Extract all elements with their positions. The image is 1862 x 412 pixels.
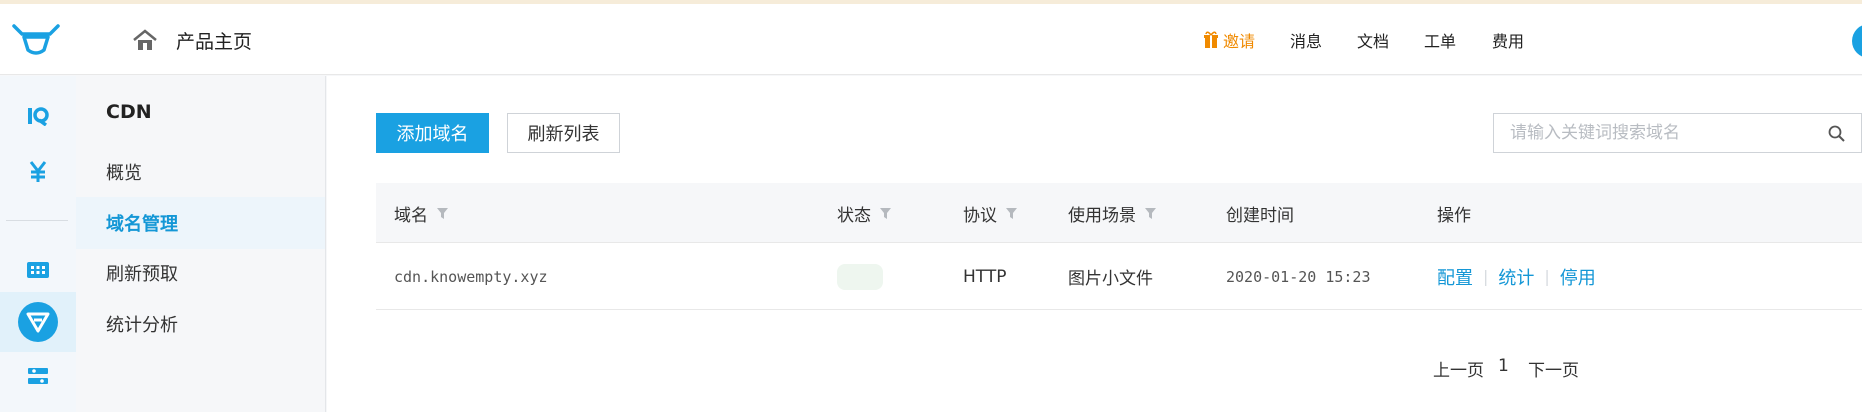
yen-icon xyxy=(29,161,47,182)
column-actions: 操作 xyxy=(1437,205,1471,226)
config-link[interactable]: 配置 xyxy=(1437,264,1473,290)
next-page-button[interactable]: 下一页 xyxy=(1528,356,1579,381)
action-divider: | xyxy=(1544,267,1550,286)
sliders-icon xyxy=(28,368,48,384)
created-cell: 2020-01-20 15:23 xyxy=(1226,267,1371,286)
sidebar-item-refresh-prefetch[interactable]: 刷新预取 xyxy=(76,247,325,299)
column-scenario: 使用场景 xyxy=(1068,183,1156,243)
domain-cell[interactable]: cdn.knowempty.xyz xyxy=(394,243,548,310)
table-row: cdn.knowempty.xyz HTTP 图片小文件 2020-01-20 … xyxy=(376,243,1862,310)
column-protocol-label: 协议 xyxy=(963,205,997,226)
filter-icon[interactable] xyxy=(1145,207,1156,219)
product-rail xyxy=(0,76,76,412)
column-protocol: 协议 xyxy=(963,183,1017,243)
domain-search xyxy=(1493,113,1862,153)
invite-link[interactable]: 邀请 xyxy=(1204,28,1255,52)
search-input[interactable] xyxy=(1494,114,1814,152)
grid-icon xyxy=(27,262,49,278)
prev-page-button[interactable]: 上一页 xyxy=(1433,356,1484,381)
column-scenario-label: 使用场景 xyxy=(1068,205,1136,226)
invite-label: 邀请 xyxy=(1223,32,1256,51)
table-header: 域名 状态 协议 使用场景 创建时间 操作 xyxy=(376,183,1862,243)
column-created: 创建时间 xyxy=(1226,205,1294,226)
nav-messages[interactable]: 消息 xyxy=(1290,28,1322,52)
status-badge xyxy=(837,263,883,290)
column-domain: 域名 xyxy=(394,183,448,243)
action-divider: | xyxy=(1483,267,1489,286)
home-icon xyxy=(133,29,157,50)
rail-item-settings[interactable] xyxy=(0,346,76,406)
status-cell xyxy=(837,243,883,310)
product-sidebar: CDN 概览 域名管理 刷新预取 统计分析 xyxy=(76,76,326,412)
actions-cell: 配置 | 统计 | 停用 xyxy=(1437,243,1596,310)
add-domain-button[interactable]: 添加域名 xyxy=(376,113,489,153)
nav-tickets[interactable]: 工单 xyxy=(1424,28,1456,52)
main-content: 添加域名 刷新列表 域名 状态 协议 使用场景 创建时间 操作 cdn.know… xyxy=(327,76,1862,412)
product-home-link[interactable]: 产品主页 xyxy=(132,27,252,53)
column-status: 状态 xyxy=(837,183,891,243)
nav-billing[interactable]: 费用 xyxy=(1492,28,1524,52)
search-icon[interactable] xyxy=(1828,125,1845,142)
rail-divider xyxy=(6,220,68,221)
page-1-button[interactable]: 1 xyxy=(1498,356,1509,376)
refresh-list-button[interactable]: 刷新列表 xyxy=(507,113,620,153)
scenario-cell: 图片小文件 xyxy=(1068,269,1153,289)
sidebar-item-overview[interactable]: 概览 xyxy=(76,146,325,198)
sidebar-item-domains[interactable]: 域名管理 xyxy=(76,197,325,249)
rail-item-billing[interactable] xyxy=(0,142,76,202)
product-title: CDN xyxy=(106,101,152,123)
nav-docs[interactable]: 文档 xyxy=(1357,28,1389,52)
stats-link[interactable]: 统计 xyxy=(1498,264,1534,290)
protocol-cell: HTTP xyxy=(963,266,1007,287)
sidebar-item-statistics[interactable]: 统计分析 xyxy=(76,298,325,350)
filter-icon[interactable] xyxy=(880,207,891,219)
rail-item-cdn[interactable] xyxy=(0,292,76,352)
rail-item-r[interactable] xyxy=(0,86,76,146)
filter-icon[interactable] xyxy=(437,207,448,219)
disable-link[interactable]: 停用 xyxy=(1560,264,1596,290)
filter-icon[interactable] xyxy=(1006,207,1017,219)
rail-item-dashboard[interactable] xyxy=(0,240,76,300)
column-domain-label: 域名 xyxy=(394,205,428,226)
logo-icon[interactable] xyxy=(12,22,60,58)
gift-icon xyxy=(1204,31,1218,48)
r-logo-icon xyxy=(28,107,49,126)
product-home-label: 产品主页 xyxy=(176,30,253,53)
top-header: 产品主页 邀请 消息 文档 工单 费用 xyxy=(0,4,1862,75)
avatar[interactable] xyxy=(1852,24,1862,58)
cdn-product-icon xyxy=(18,302,58,342)
column-status-label: 状态 xyxy=(837,205,871,226)
